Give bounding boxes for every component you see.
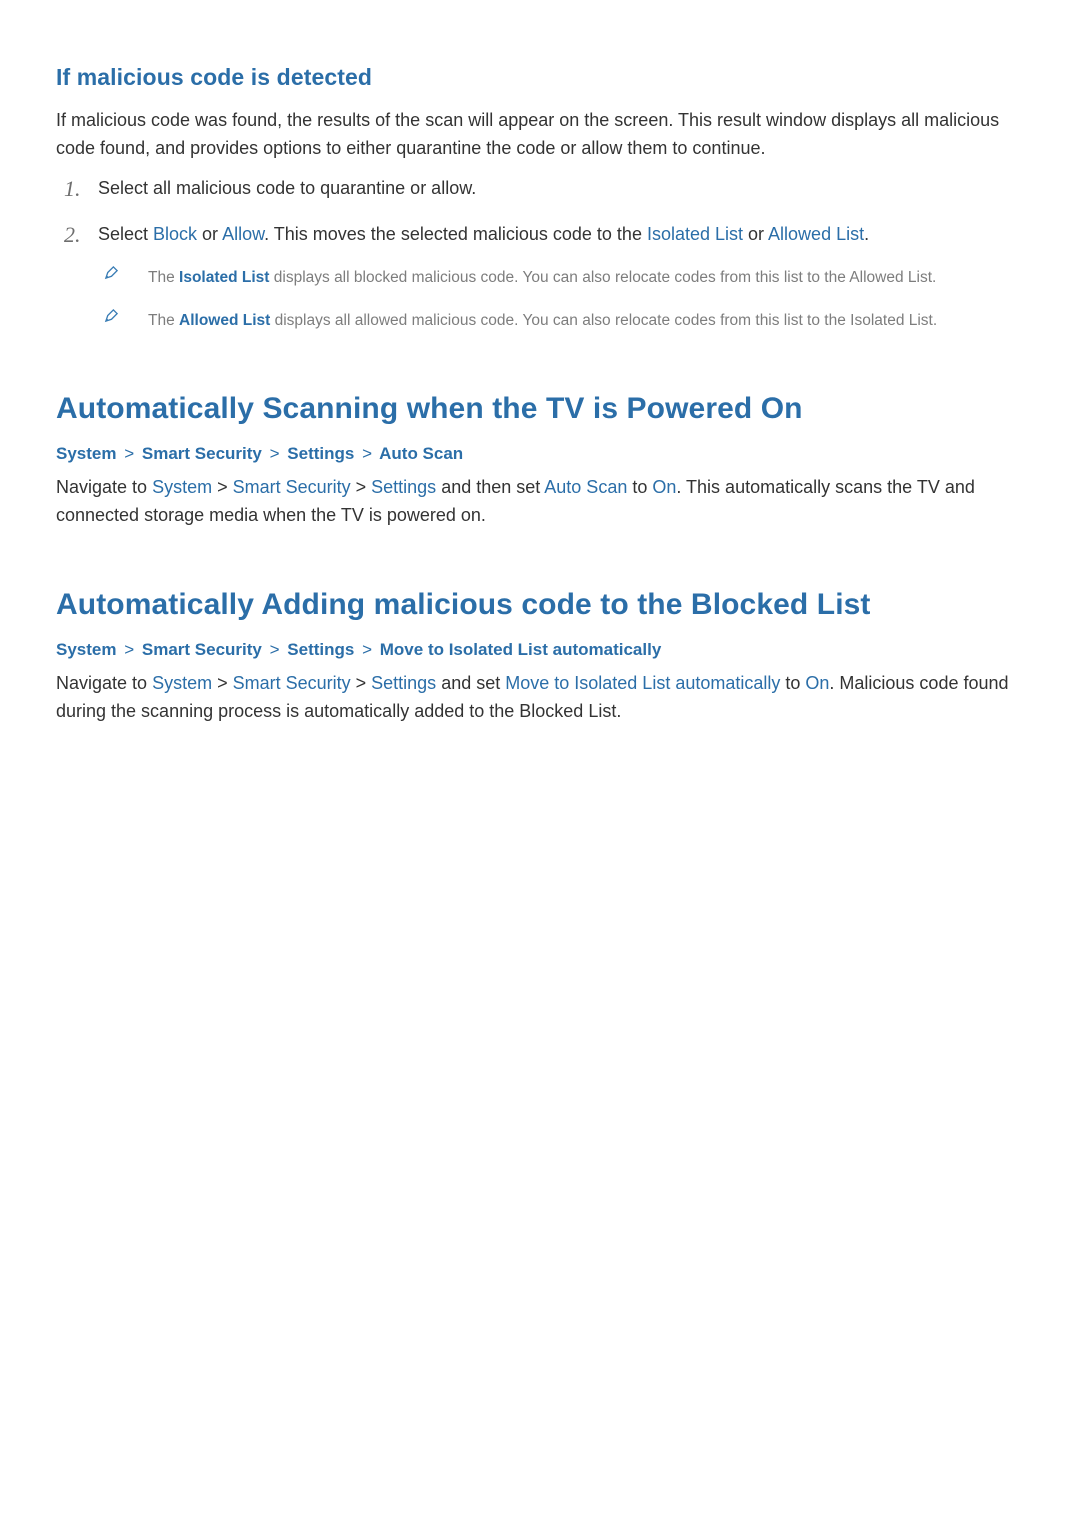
step-2-text-b: or	[197, 224, 222, 244]
step-2: Select Block or Allow. This moves the se…	[56, 221, 1024, 335]
sep: >	[351, 477, 372, 497]
step-2-text-a: Select	[98, 224, 153, 244]
crumb-smart-security: Smart Security	[142, 444, 262, 463]
chevron-right-icon: >	[121, 640, 137, 659]
kw-system: System	[152, 673, 212, 693]
heading-auto-scanning: Automatically Scanning when the TV is Po…	[56, 392, 1024, 426]
step-2-text-d: or	[743, 224, 768, 244]
kw-on: On	[652, 477, 676, 497]
kw-system: System	[152, 477, 212, 497]
kw-settings: Settings	[371, 477, 436, 497]
kw-isolated-list: Isolated List	[647, 224, 743, 244]
kw-allowed-list-note: Allowed List	[179, 312, 270, 329]
kw-settings: Settings	[371, 673, 436, 693]
crumb-smart-security: Smart Security	[142, 640, 262, 659]
kw-smart-security: Smart Security	[233, 673, 351, 693]
crumb-system: System	[56, 640, 116, 659]
step-1: Select all malicious code to quarantine …	[56, 175, 1024, 203]
p2-a: Navigate to	[56, 477, 152, 497]
notes-list: The Isolated List displays all blocked m…	[98, 263, 1024, 335]
chevron-right-icon: >	[359, 640, 375, 659]
note1-b: displays all blocked malicious code. You…	[269, 269, 936, 286]
note-allowed: The Allowed List displays all allowed ma…	[98, 306, 1024, 334]
steps-list: Select all malicious code to quarantine …	[56, 175, 1024, 335]
pen-icon	[104, 308, 119, 323]
kw-isolated-list-note: Isolated List	[179, 269, 269, 286]
crumb-system: System	[56, 444, 116, 463]
p3-a: Navigate to	[56, 673, 152, 693]
pen-icon	[104, 265, 119, 280]
note2-b: displays all allowed malicious code. You…	[270, 312, 937, 329]
chevron-right-icon: >	[267, 444, 283, 463]
kw-block: Block	[153, 224, 197, 244]
sep: >	[212, 673, 233, 693]
chevron-right-icon: >	[121, 444, 137, 463]
p3-d: and set	[436, 673, 505, 693]
breadcrumb-move-isolated: System > Smart Security > Settings > Mov…	[56, 640, 1024, 660]
p3-e: to	[780, 673, 805, 693]
sep: >	[351, 673, 372, 693]
heading-malicious-detected: If malicious code is detected	[56, 64, 1024, 91]
p2-e: to	[627, 477, 652, 497]
kw-allow: Allow	[222, 224, 264, 244]
kw-move-isolated: Move to Isolated List automatically	[505, 673, 780, 693]
note-isolated: The Isolated List displays all blocked m…	[98, 263, 1024, 291]
crumb-move-isolated: Move to Isolated List automatically	[380, 640, 662, 659]
chevron-right-icon: >	[267, 640, 283, 659]
sep: >	[212, 477, 233, 497]
step-2-text-c: . This moves the selected malicious code…	[264, 224, 647, 244]
heading-auto-blocked: Automatically Adding malicious code to t…	[56, 588, 1024, 622]
p2-d: and then set	[436, 477, 544, 497]
auto-scan-paragraph: Navigate to System > Smart Security > Se…	[56, 474, 1024, 530]
kw-auto-scan: Auto Scan	[544, 477, 627, 497]
note2-a: The	[148, 312, 179, 329]
breadcrumb-auto-scan: System > Smart Security > Settings > Aut…	[56, 444, 1024, 464]
crumb-auto-scan: Auto Scan	[379, 444, 463, 463]
kw-on: On	[805, 673, 829, 693]
chevron-right-icon: >	[359, 444, 375, 463]
intro-paragraph: If malicious code was found, the results…	[56, 107, 1024, 163]
kw-smart-security: Smart Security	[233, 477, 351, 497]
note1-a: The	[148, 269, 179, 286]
crumb-settings: Settings	[287, 444, 354, 463]
crumb-settings: Settings	[287, 640, 354, 659]
kw-allowed-list: Allowed List	[768, 224, 864, 244]
step-1-text: Select all malicious code to quarantine …	[98, 178, 476, 198]
step-2-text-e: .	[864, 224, 869, 244]
move-isolated-paragraph: Navigate to System > Smart Security > Se…	[56, 670, 1024, 726]
